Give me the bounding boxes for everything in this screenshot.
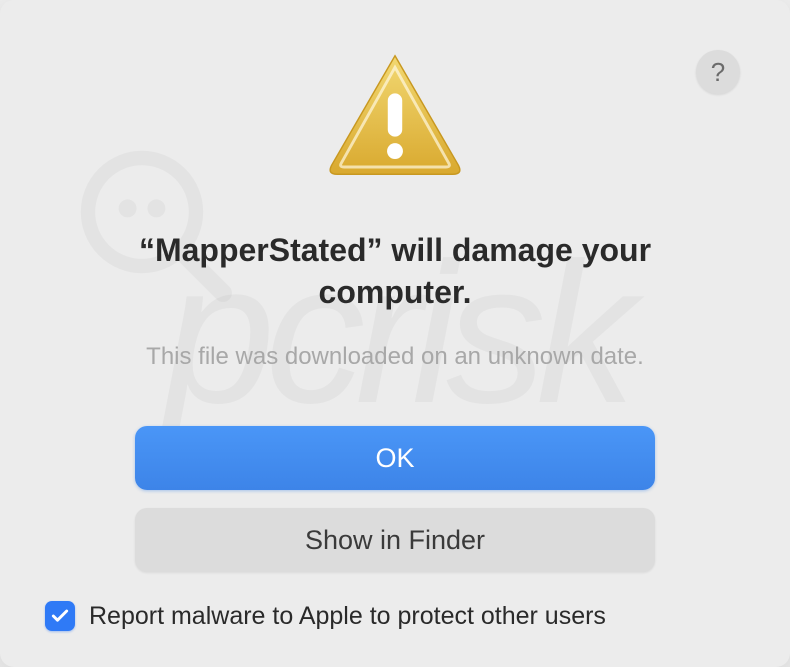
show-in-finder-button[interactable]: Show in Finder bbox=[135, 508, 655, 572]
dialog-title: “MapperStated” will damage your computer… bbox=[95, 230, 695, 313]
ok-button[interactable]: OK bbox=[135, 426, 655, 490]
dialog-subtitle: This file was downloaded on an unknown d… bbox=[146, 343, 644, 371]
dialog-content: “MapperStated” will damage your computer… bbox=[45, 40, 745, 627]
warning-icon bbox=[320, 50, 470, 185]
alert-dialog: pcrisk ? “Ma bbox=[0, 0, 790, 667]
